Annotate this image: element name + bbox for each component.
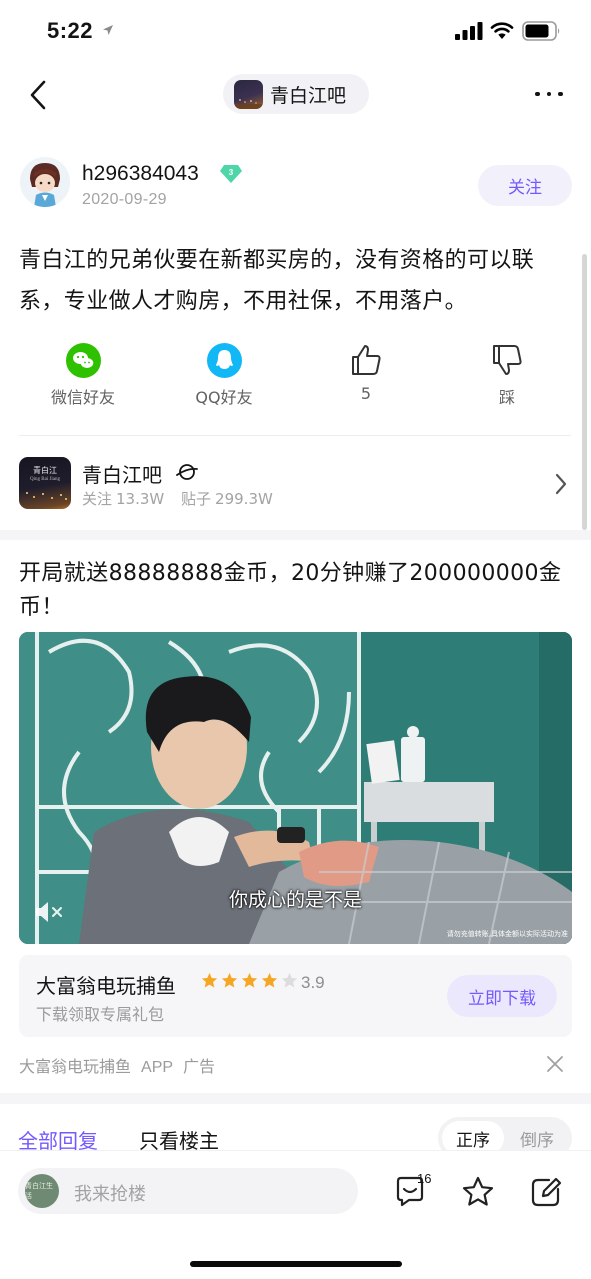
like-count: 5 [360, 384, 372, 403]
rating-stars [201, 972, 298, 989]
level-badge-icon: 3 [220, 165, 242, 183]
ad-app-rating: 3.9 [301, 973, 325, 992]
status-time: 5:22 [47, 18, 94, 43]
star-favorite-icon[interactable] [461, 1175, 495, 1209]
forum-card-stats: 关注 13.3W 贴子 299.3W [82, 488, 283, 509]
posts-count: 299.3W [215, 490, 273, 508]
more-options-button[interactable] [529, 82, 569, 106]
cartoon-boy-avatar [20, 157, 70, 207]
planet-icon [176, 464, 198, 480]
edit-icon[interactable] [529, 1175, 563, 1209]
user-avatar: 青白江生活 [25, 1174, 59, 1208]
author-name[interactable]: h296384043 [82, 162, 199, 186]
forum-card[interactable]: 青白江 Qing Bai Jiang 青白江吧 关注 13.3W 贴子 299.3W [0, 450, 591, 520]
forum-card-avatar: 青白江 Qing Bai Jiang [19, 457, 71, 509]
ad-footer-type: APP [141, 1059, 174, 1076]
share-wechat-button[interactable]: 微信好友 [28, 342, 138, 408]
wifi-icon [490, 22, 514, 39]
location-arrow-icon [103, 25, 113, 35]
home-indicator [190, 1261, 402, 1267]
divider [19, 435, 571, 436]
cellular-signal-icon [455, 22, 483, 40]
ad-video[interactable]: 你成心的是不是 请勿充值转账,具体金额以实际活动为准 [19, 632, 572, 944]
status-bar: 5:22 [0, 0, 591, 64]
ad-app-subtitle: 下载领取专属礼包 [36, 1005, 165, 1024]
share-qq-button[interactable]: QQ好友 [169, 342, 279, 408]
ad-footer-app: 大富翁电玩捕鱼 [19, 1057, 132, 1076]
ad-app-card[interactable]: 大富翁电玩捕鱼 3.9 下载领取专属礼包 立即下载 [19, 955, 572, 1037]
star-filled-icon [261, 972, 278, 988]
thumbs-down-icon [489, 342, 525, 378]
ad-title[interactable]: 开局就送88888888金币，20分钟赚了200000000金币！ [19, 557, 575, 625]
share-actions-row: 微信好友 QQ好友 5 踩 [0, 342, 591, 418]
video-disclaimer: 请勿充值转账,具体金额以实际活动为准 [446, 930, 568, 938]
close-icon[interactable] [546, 1055, 564, 1073]
wechat-icon [65, 342, 101, 378]
reply-placeholder: 我来抢楼 [74, 1184, 146, 1205]
posts-label: 贴子 [181, 490, 212, 508]
follow-button[interactable]: 关注 [478, 165, 572, 206]
chevron-right-icon [555, 473, 567, 495]
chevron-left-icon [30, 80, 46, 110]
post-body-text: 青白江的兄弟伙要在新都买房的，没有资格的可以联系，专业做人才购房，不用社保，不用… [19, 248, 535, 314]
reply-input[interactable]: 青白江生活 我来抢楼 [18, 1168, 358, 1214]
dislike-label: 踩 [498, 388, 515, 407]
scrollbar[interactable] [582, 254, 587, 530]
ad-app-name: 大富翁电玩捕鱼 [36, 974, 176, 998]
forum-card-name: 青白江吧 [82, 463, 162, 487]
video-subtitle: 你成心的是不是 [228, 889, 362, 911]
followers-count: 13.3W [116, 490, 165, 508]
nav-bar: 青白江吧 [0, 64, 591, 124]
city-night-image [26, 492, 67, 500]
share-wechat-label: 微信好友 [50, 388, 115, 407]
forum-pill-label: 青白江吧 [270, 84, 347, 107]
star-filled-icon [201, 972, 218, 988]
dislike-button[interactable]: 踩 [452, 342, 562, 408]
section-separator [0, 1093, 591, 1104]
back-button[interactable] [22, 78, 54, 112]
section-separator [0, 530, 591, 540]
mute-icon[interactable] [34, 900, 64, 924]
bottom-action-bar: 青白江生活 我来抢楼 16 [0, 1150, 591, 1279]
star-empty-icon [281, 972, 298, 988]
ad-footer-tag: 广告 [183, 1057, 216, 1076]
forum-avatar [234, 79, 263, 109]
like-button[interactable]: 5 [311, 342, 421, 403]
post-date: 2020-09-29 [82, 191, 167, 208]
qq-icon [206, 342, 242, 378]
battery-icon [522, 21, 560, 41]
thumbs-up-icon [348, 342, 384, 378]
share-qq-label: QQ好友 [195, 388, 253, 407]
download-button[interactable]: 立即下载 [447, 975, 557, 1017]
followers-label: 关注 [82, 490, 113, 508]
author-avatar[interactable] [20, 157, 70, 207]
forum-pill-button[interactable]: 青白江吧 [223, 74, 369, 114]
level-number: 3 [229, 168, 234, 177]
ad-footer: 大富翁电玩捕鱼 APP 广告 [19, 1053, 225, 1077]
city-night-image [234, 98, 263, 109]
post-author-row: h296384043 3 2020-09-29 关注 [0, 150, 591, 220]
star-filled-icon [221, 972, 238, 988]
more-dots-icon [535, 91, 540, 97]
star-filled-icon [241, 972, 258, 988]
comment-count-badge: 16 [417, 1171, 432, 1186]
